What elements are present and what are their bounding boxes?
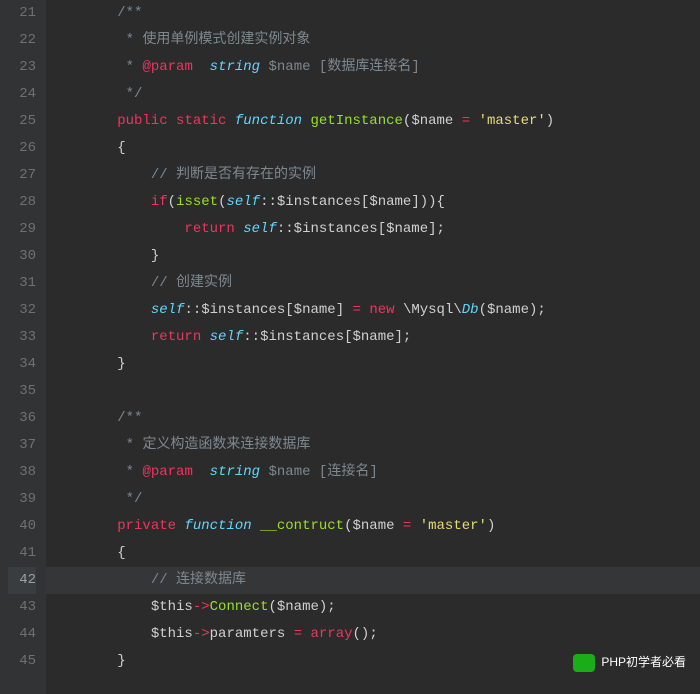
line-number: 32: [8, 297, 36, 324]
code-line[interactable]: /**: [46, 0, 700, 27]
code-editor[interactable]: 21 22 23 24 25 26 27 28 29 30 31 32 33 3…: [0, 0, 700, 694]
code-line[interactable]: $this->Connect($name);: [46, 594, 700, 621]
line-number: 41: [8, 540, 36, 567]
code-line[interactable]: $this->paramters = array();: [46, 621, 700, 648]
code-line[interactable]: {: [46, 135, 700, 162]
line-number: 22: [8, 27, 36, 54]
line-number: 28: [8, 189, 36, 216]
line-number: 27: [8, 162, 36, 189]
code-line[interactable]: self::$instances[$name] = new \Mysql\Db(…: [46, 297, 700, 324]
code-line[interactable]: * 定义构造函数来连接数据库: [46, 432, 700, 459]
line-number: 30: [8, 243, 36, 270]
line-number: 34: [8, 351, 36, 378]
code-line[interactable]: * @param string $name [数据库连接名]: [46, 54, 700, 81]
line-number: 31: [8, 270, 36, 297]
code-line[interactable]: * 使用单例模式创建实例对象: [46, 27, 700, 54]
watermark-overlay: PHP初学者必看: [573, 649, 686, 676]
wechat-icon: [573, 654, 595, 672]
code-line[interactable]: // 创建实例: [46, 270, 700, 297]
code-line[interactable]: private function __contruct($name = 'mas…: [46, 513, 700, 540]
line-number: 39: [8, 486, 36, 513]
line-number: 21: [8, 0, 36, 27]
code-line[interactable]: if(isset(self::$instances[$name])){: [46, 189, 700, 216]
line-number: 38: [8, 459, 36, 486]
line-number: 36: [8, 405, 36, 432]
code-line[interactable]: */: [46, 486, 700, 513]
line-number: 42: [8, 567, 36, 594]
code-area[interactable]: /** * 使用单例模式创建实例对象 * @param string $name…: [46, 0, 700, 694]
code-line[interactable]: // 连接数据库: [46, 567, 700, 594]
line-number: 43: [8, 594, 36, 621]
code-line[interactable]: public static function getInstance($name…: [46, 108, 700, 135]
line-number: 29: [8, 216, 36, 243]
code-line[interactable]: /**: [46, 405, 700, 432]
line-number: 37: [8, 432, 36, 459]
line-number: 44: [8, 621, 36, 648]
code-line[interactable]: }: [46, 243, 700, 270]
code-line[interactable]: */: [46, 81, 700, 108]
line-number-gutter: 21 22 23 24 25 26 27 28 29 30 31 32 33 3…: [0, 0, 46, 694]
line-number: 25: [8, 108, 36, 135]
line-number: 33: [8, 324, 36, 351]
code-line[interactable]: {: [46, 540, 700, 567]
code-line[interactable]: // 判断是否有存在的实例: [46, 162, 700, 189]
line-number: 40: [8, 513, 36, 540]
line-number: 45: [8, 648, 36, 675]
code-line[interactable]: return self::$instances[$name];: [46, 216, 700, 243]
line-number: 24: [8, 81, 36, 108]
watermark-text: PHP初学者必看: [601, 649, 686, 676]
code-line[interactable]: [46, 378, 700, 405]
code-line[interactable]: return self::$instances[$name];: [46, 324, 700, 351]
code-line[interactable]: }: [46, 351, 700, 378]
line-number: 26: [8, 135, 36, 162]
line-number: 35: [8, 378, 36, 405]
line-number: 23: [8, 54, 36, 81]
code-line[interactable]: * @param string $name [连接名]: [46, 459, 700, 486]
